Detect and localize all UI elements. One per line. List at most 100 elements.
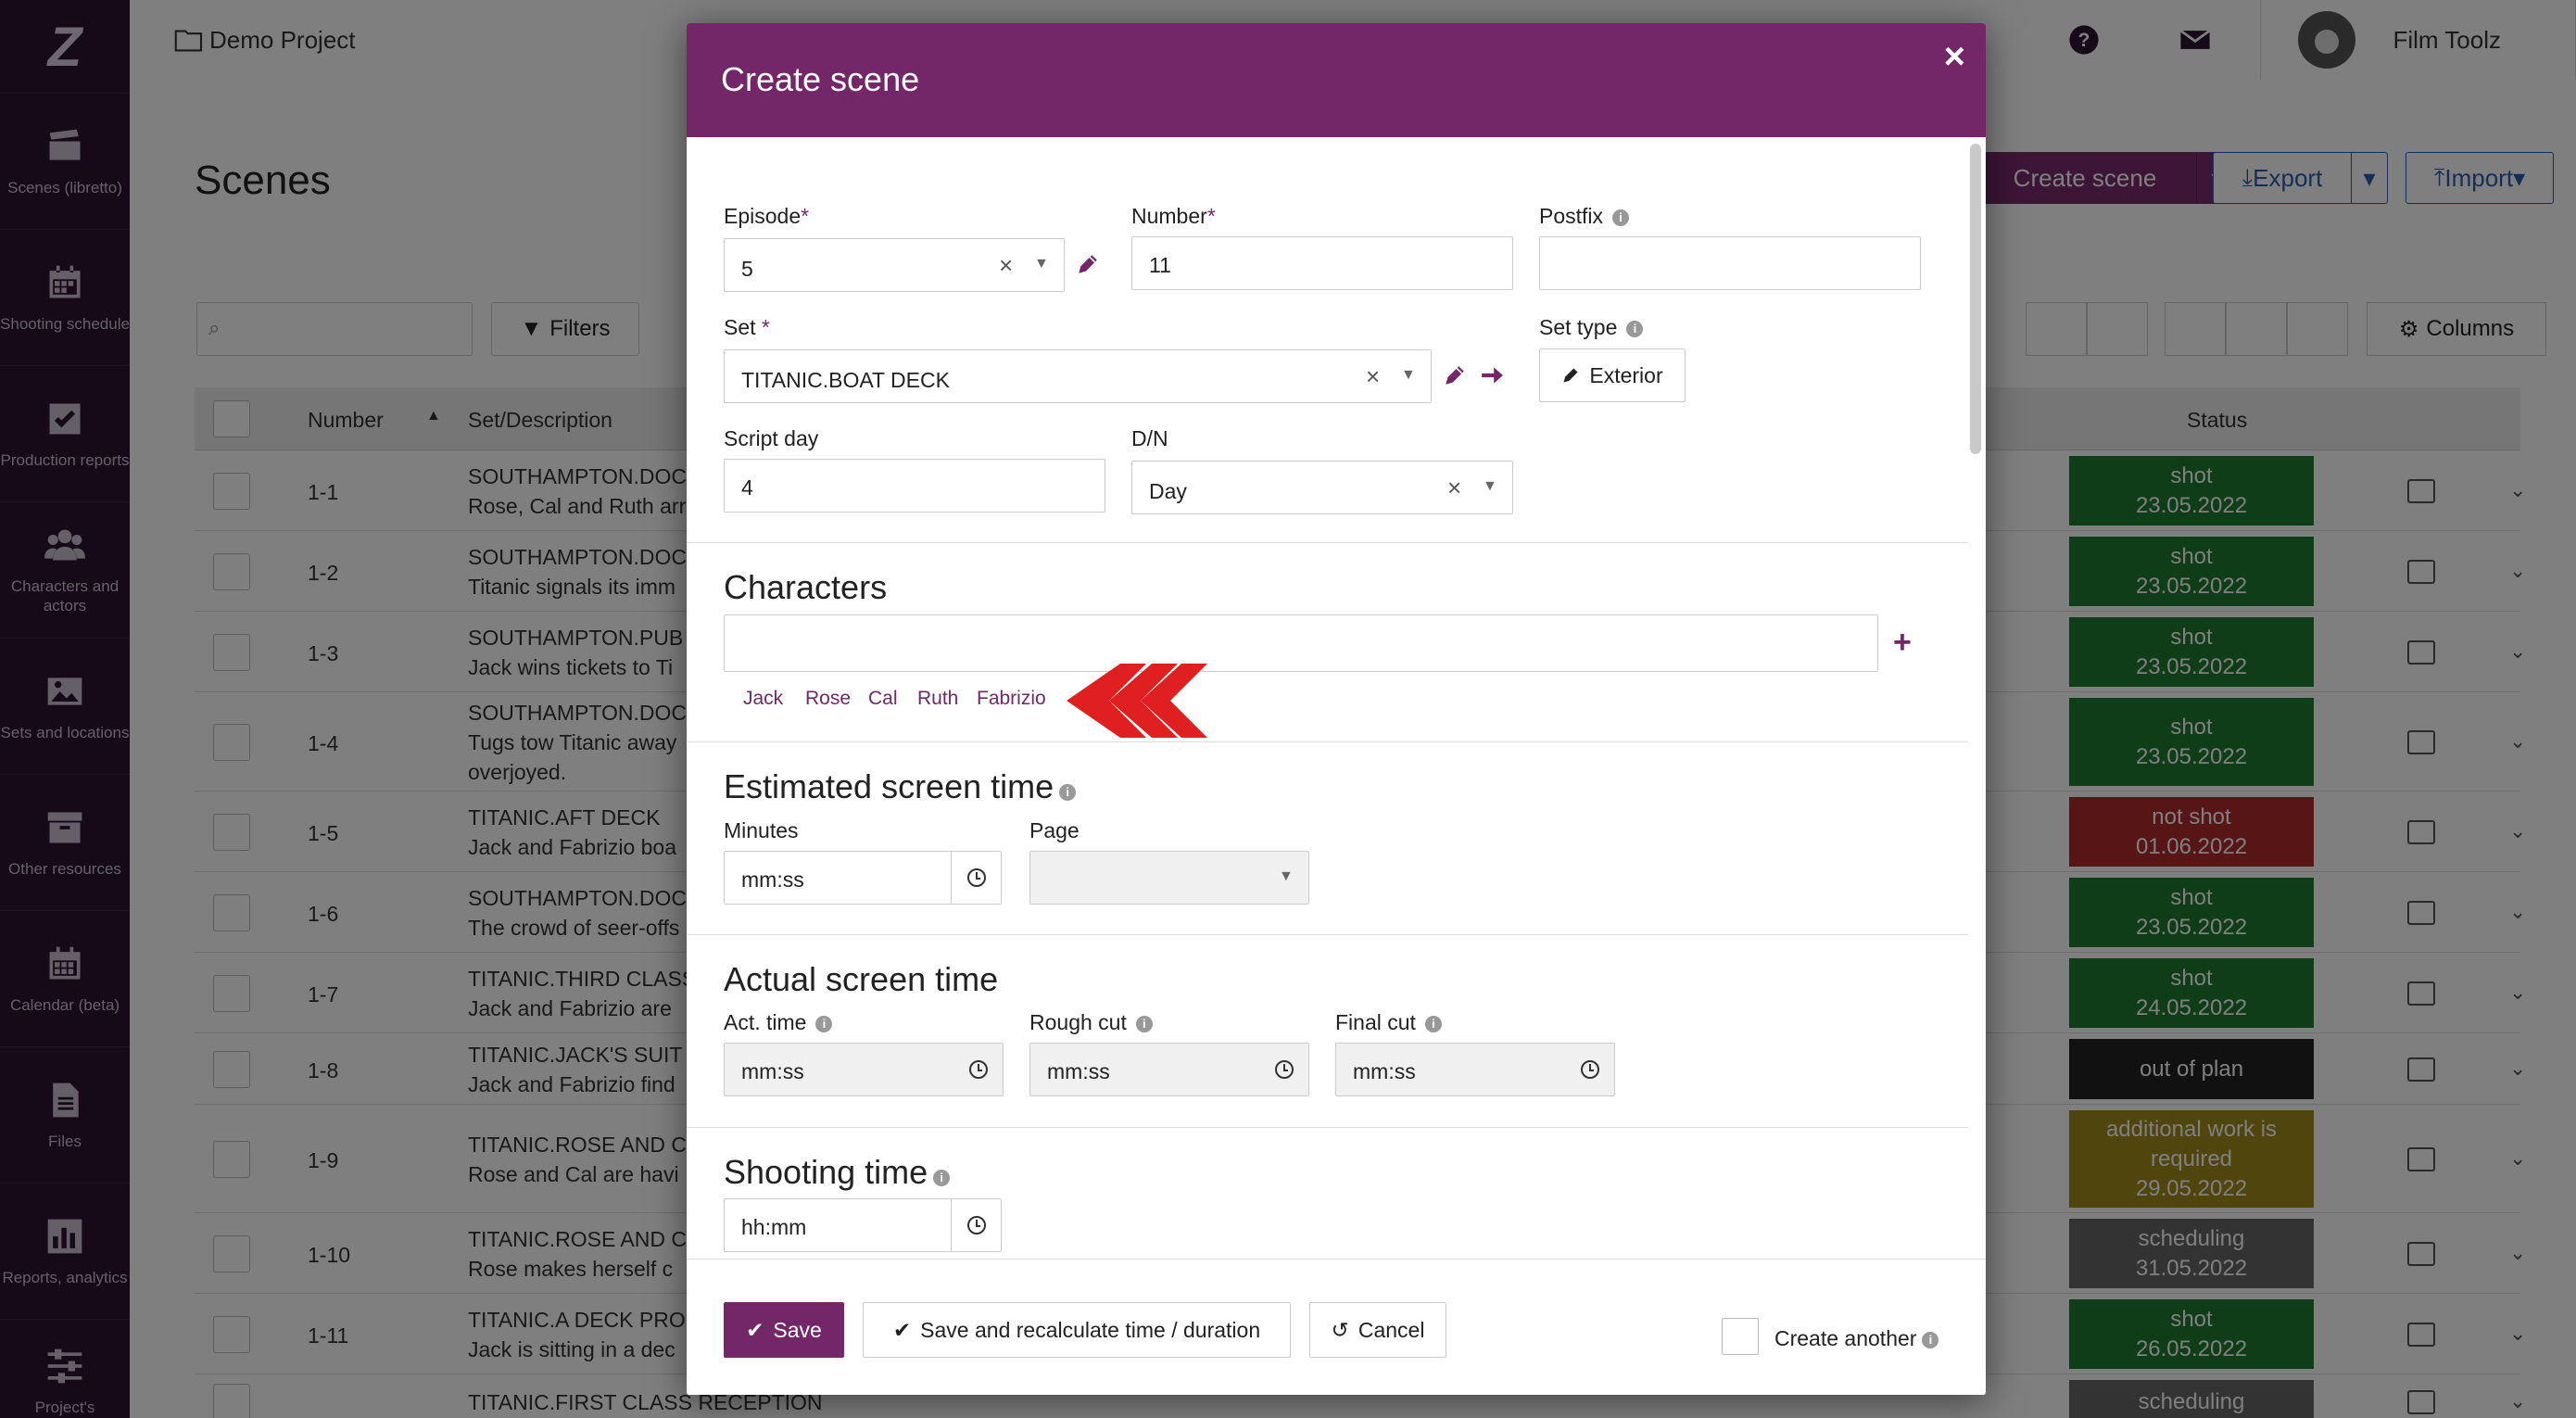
save-recalculate-label: Save and recalculate time / duration xyxy=(920,1317,1261,1342)
act-time-label-text: Act. time xyxy=(724,1010,807,1034)
characters-input[interactable] xyxy=(724,614,1878,672)
caret-down-icon: ▼ xyxy=(1483,478,1497,494)
character-suggestion-cal[interactable]: Cal xyxy=(868,688,898,710)
check-icon: ✔ xyxy=(746,1317,764,1342)
episode-value: 5 xyxy=(741,257,753,281)
info-icon[interactable]: i xyxy=(1135,1016,1153,1032)
modal-header: Create scene × xyxy=(687,23,1986,137)
clear-icon[interactable]: × xyxy=(999,251,1013,280)
pencil-icon xyxy=(1563,368,1578,383)
character-suggestion-fabrizio[interactable]: Fabrizio xyxy=(977,688,1046,710)
character-suggestion-rose[interactable]: Rose xyxy=(805,688,851,710)
divider xyxy=(687,934,1968,935)
set-select[interactable]: TITANIC.BOAT DECK × ▼ xyxy=(724,349,1432,403)
undo-icon: ↺ xyxy=(1331,1317,1349,1342)
act-time-input[interactable]: mm:ss xyxy=(724,1043,1004,1096)
page-select[interactable]: ▼ xyxy=(1029,851,1309,905)
actual-title: Actual screen time xyxy=(724,960,999,998)
page-label: Page xyxy=(1029,818,1080,842)
clock-icon xyxy=(969,1060,988,1079)
caret-down-icon: ▼ xyxy=(1279,868,1294,884)
info-icon[interactable]: i xyxy=(1424,1016,1442,1032)
number-label-text: Number xyxy=(1131,204,1207,228)
final-cut-input[interactable]: mm:ss xyxy=(1335,1043,1615,1096)
dn-select[interactable]: Day × ▼ xyxy=(1131,461,1513,514)
modal-footer: ✔ Save ✔ Save and recalculate time / durat… xyxy=(687,1259,1986,1395)
caret-down-icon: ▼ xyxy=(1034,256,1049,272)
minutes-label: Minutes xyxy=(724,818,799,842)
episode-select[interactable]: 5 × ▼ xyxy=(724,238,1065,292)
shooting-time-input[interactable]: hh:mm xyxy=(724,1198,1002,1252)
edit-set-icon[interactable] xyxy=(1443,363,1467,387)
set-value: TITANIC.BOAT DECK xyxy=(741,368,950,392)
create-scene-modal: Create scene × Episode* 5 × ▼ Number* 11… xyxy=(687,23,1986,1395)
rough-cut-placeholder: mm:ss xyxy=(1047,1059,1110,1083)
create-another-label: Create another i xyxy=(1774,1326,1939,1351)
set-type-label-text: Set type xyxy=(1539,315,1618,339)
episode-label-text: Episode xyxy=(724,204,802,228)
cancel-button[interactable]: ↺ Cancel xyxy=(1309,1302,1446,1358)
clear-icon[interactable]: × xyxy=(1366,362,1380,391)
act-time-placeholder: mm:ss xyxy=(741,1059,804,1083)
clock-icon xyxy=(1581,1060,1599,1079)
minutes-input[interactable]: mm:ss xyxy=(724,851,1002,905)
arrow-right-icon[interactable] xyxy=(1480,363,1504,387)
clock-icon xyxy=(966,868,986,887)
info-icon[interactable]: i xyxy=(1059,784,1077,801)
set-label: Set * xyxy=(724,315,770,340)
clock-button[interactable] xyxy=(1581,1060,1599,1079)
dn-label: D/N xyxy=(1131,426,1168,450)
save-button[interactable]: ✔ Save xyxy=(724,1302,844,1358)
rough-cut-label: Rough cut i xyxy=(1029,1010,1153,1035)
set-type-value: Exterior xyxy=(1589,362,1663,387)
final-cut-placeholder: mm:ss xyxy=(1353,1059,1416,1083)
episode-label: Episode* xyxy=(724,204,809,229)
postfix-label-text: Postfix xyxy=(1539,204,1604,228)
pointer-arrows-icon xyxy=(1067,664,1207,738)
characters-title: Characters xyxy=(724,568,888,606)
script-day-label: Script day xyxy=(724,426,819,450)
character-suggestion-ruth[interactable]: Ruth xyxy=(917,688,958,710)
save-recalculate-button[interactable]: ✔ Save and recalculate time / duration xyxy=(863,1302,1291,1358)
postfix-input[interactable] xyxy=(1539,236,1921,290)
character-suggestion-jack[interactable]: Jack xyxy=(743,688,783,710)
save-label: Save xyxy=(773,1317,822,1342)
number-input[interactable]: 11 xyxy=(1131,236,1513,290)
edit-episode-icon[interactable] xyxy=(1076,252,1100,276)
number-label: Number* xyxy=(1131,204,1216,229)
required-marker: * xyxy=(801,204,810,228)
shooting-time-placeholder: hh:mm xyxy=(741,1215,807,1239)
clear-icon[interactable]: × xyxy=(1447,474,1461,502)
minutes-placeholder: mm:ss xyxy=(741,867,804,892)
set-type-button[interactable]: Exterior xyxy=(1539,348,1686,402)
rough-cut-label-text: Rough cut xyxy=(1029,1010,1127,1034)
estimated-title-text: Estimated screen time xyxy=(724,767,1054,805)
info-icon[interactable]: i xyxy=(1612,209,1630,226)
estimated-title: Estimated screen time i xyxy=(724,767,1077,806)
create-another-checkbox[interactable] xyxy=(1722,1318,1759,1355)
clock-button[interactable] xyxy=(1275,1060,1294,1079)
clock-icon xyxy=(1275,1060,1294,1079)
close-button[interactable]: × xyxy=(1944,38,1965,75)
modal-scrollbar[interactable] xyxy=(1970,144,1981,454)
rough-cut-input[interactable]: mm:ss xyxy=(1029,1043,1309,1096)
act-time-label: Act. time i xyxy=(724,1010,833,1035)
modal-body[interactable]: Episode* 5 × ▼ Number* 11 Postfix i Set *… xyxy=(687,137,1968,1260)
add-character-icon[interactable]: + xyxy=(1893,625,1912,661)
divider xyxy=(687,1127,1968,1128)
script-day-input[interactable]: 4 xyxy=(724,459,1105,513)
set-type-label: Set type i xyxy=(1539,315,1644,340)
cancel-label: Cancel xyxy=(1357,1317,1425,1342)
info-icon[interactable]: i xyxy=(815,1016,833,1032)
script-day-value: 4 xyxy=(741,475,753,500)
clock-button[interactable] xyxy=(969,1060,988,1079)
clock-button[interactable] xyxy=(951,1199,1001,1251)
info-icon[interactable]: i xyxy=(933,1170,951,1186)
clock-button[interactable] xyxy=(951,852,1001,904)
info-icon[interactable]: i xyxy=(1922,1332,1939,1348)
shooting-title-text: Shooting time xyxy=(724,1153,928,1191)
create-another-text: Create another xyxy=(1774,1326,1917,1350)
info-icon[interactable]: i xyxy=(1626,321,1644,337)
divider xyxy=(687,741,1968,742)
divider xyxy=(687,542,1968,543)
